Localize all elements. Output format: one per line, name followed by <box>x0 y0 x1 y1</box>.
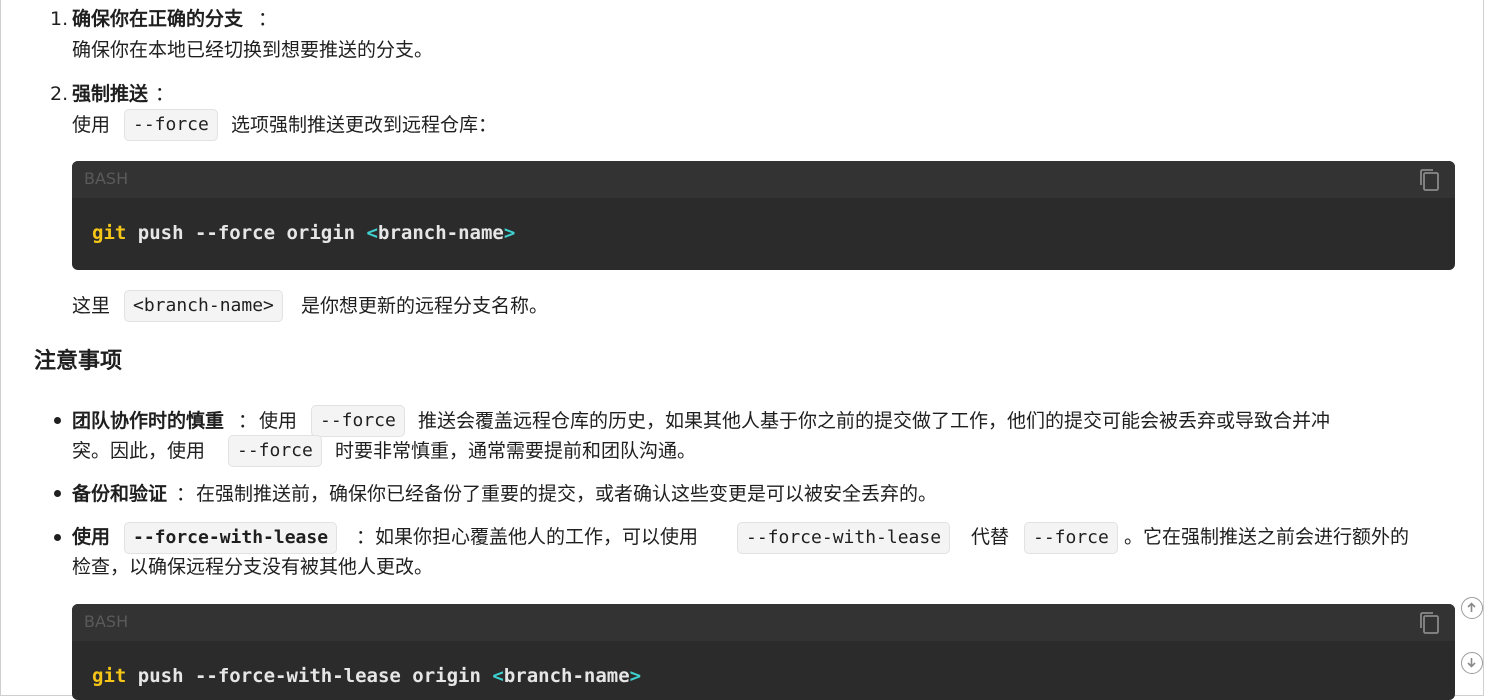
bullet-colon: ： <box>238 410 258 432</box>
code-language-label: BASH <box>84 169 129 188</box>
step-body: 确保你在本地已经切换到想要推送的分支。 <box>72 39 434 61</box>
inline-code: <branch-name> <box>124 290 283 322</box>
inline-code: --force <box>1024 522 1118 554</box>
inline-code: --force <box>311 405 405 437</box>
code-text: push --force-with-lease origin <box>126 665 493 687</box>
code-language-label: BASH <box>84 612 129 631</box>
bullet-colon: ： <box>176 483 196 505</box>
bullet-text: 推送会覆盖远程仓库的历史，如果其他人基于你之前的提交做了工作，他们的提交可能会被… <box>418 410 1331 432</box>
code-block: BASH git push --force-with-lease origin … <box>72 604 1455 700</box>
arrow-down-circle-icon[interactable] <box>1461 652 1483 674</box>
code-line: git push --force-with-lease origin <bran… <box>92 665 641 687</box>
step-title: 确保你在正确的分支 <box>72 8 244 30</box>
code-block-header: BASH <box>72 604 1455 641</box>
step-number: 1. <box>50 8 69 30</box>
step-title: 强制推送 <box>72 83 149 105</box>
code-block-header: BASH <box>72 161 1455 198</box>
bullet-text: 。它在强制推送之前会进行额外的 <box>1124 526 1410 548</box>
copy-icon[interactable] <box>1417 167 1441 193</box>
code-arg: branch-name <box>503 665 630 687</box>
code-keyword: git <box>92 222 127 244</box>
step-body-text: 使用 <box>72 114 111 136</box>
bullet-title: 团队协作时的慎重 <box>72 410 225 432</box>
step-colon: ： <box>155 83 175 105</box>
inline-code: --force <box>124 109 218 141</box>
bullet-dot <box>54 490 61 497</box>
inline-code: --force-with-lease <box>737 522 951 554</box>
code-text: push --force origin <box>126 222 367 244</box>
bullet-text: 检查，以确保远程分支没有被其他人更改。 <box>72 556 434 578</box>
bullet-text: 使用 <box>259 410 298 432</box>
arrow-up-circle-icon[interactable] <box>1461 597 1483 619</box>
bullet-text: 代替 <box>971 526 1010 548</box>
step-number: 2. <box>50 83 69 105</box>
note-text: 这里 <box>72 295 111 317</box>
bullet-text: 在强制推送前，确保你已经备份了重要的提交，或者确认这些变更是可以被安全丢弃的。 <box>196 483 938 505</box>
code-line: git push --force origin <branch-name> <box>92 222 515 244</box>
bullet-title: 备份和验证 <box>72 483 168 505</box>
step-colon: ： <box>258 8 278 30</box>
copy-icon[interactable] <box>1417 610 1441 636</box>
bullet-title: 使用 <box>72 526 111 548</box>
code-angle-open: < <box>492 665 504 687</box>
code-arg: branch-name <box>378 222 504 244</box>
inline-code: --force-with-lease <box>124 522 338 554</box>
code-angle-close: > <box>629 665 642 687</box>
code-block: BASH git push --force origin <branch-nam… <box>72 161 1455 270</box>
section-heading: 注意事项 <box>34 349 123 374</box>
bullet-text: ：如果你担心覆盖他人的工作，可以使用 <box>356 526 699 548</box>
bullet-text: 突。因此，使用 <box>72 440 206 462</box>
bullet-dot <box>54 534 61 541</box>
step-body-text: 选项强制推送更改到远程仓库： <box>231 114 498 136</box>
bullet-dot <box>54 417 61 424</box>
inline-code: --force <box>228 435 322 467</box>
code-angle-open: < <box>366 222 378 244</box>
chat-message-content: 1. 确保你在正确的分支 ： 确保你在本地已经切换到想要推送的分支。 2. 强制… <box>0 0 1460 700</box>
note-text: 是你想更新的远程分支名称。 <box>301 295 549 317</box>
bullet-text: 时要非常慎重，通常需要提前和团队沟通。 <box>335 440 697 462</box>
code-keyword: git <box>92 665 127 687</box>
code-angle-close: > <box>503 222 516 244</box>
